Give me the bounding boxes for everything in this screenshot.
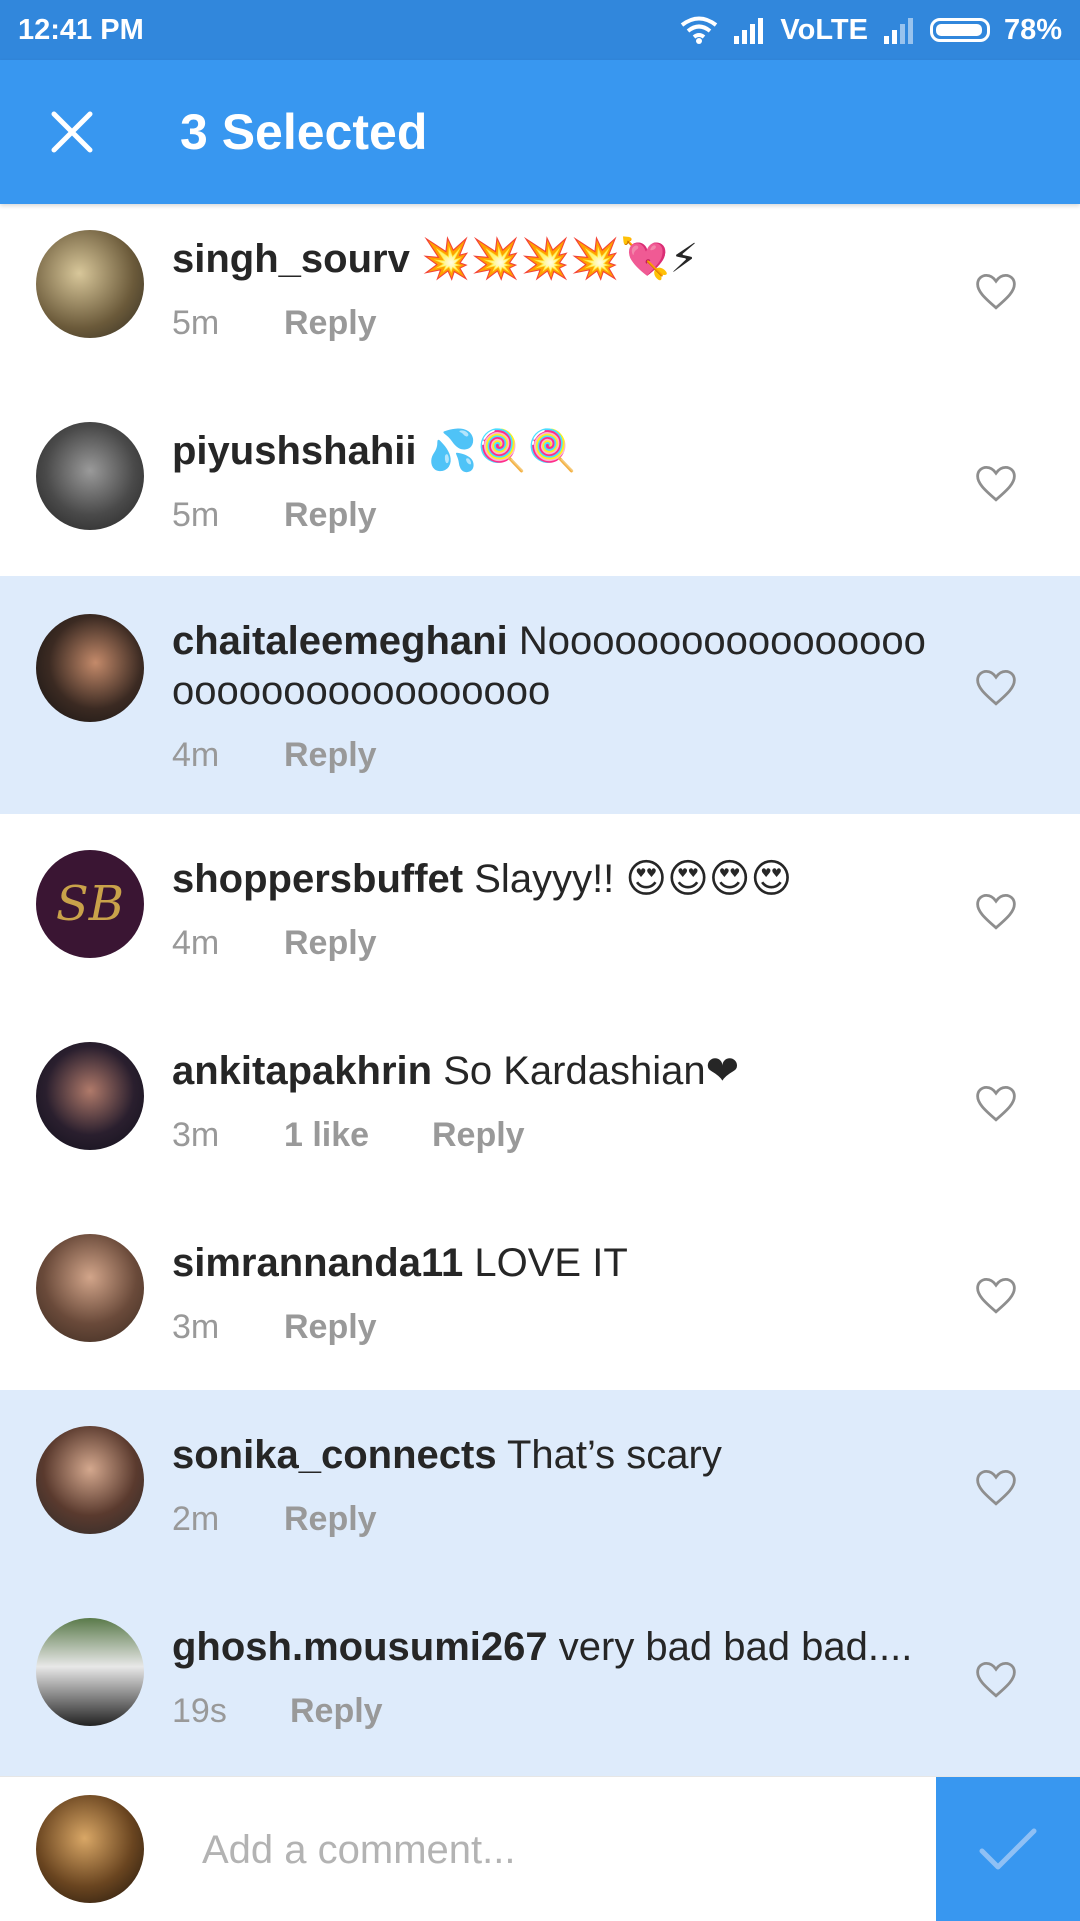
comment-text: shoppersbuffet Slayyy!! 😍😍😍😍 [172, 854, 932, 904]
close-icon [51, 111, 93, 153]
comment-text: ankitapakhrin So Kardashian❤ [172, 1046, 932, 1096]
reply-button[interactable]: Reply [284, 1500, 377, 1539]
username[interactable]: simrannanda11 [172, 1241, 463, 1285]
heart-icon[interactable] [975, 1660, 1017, 1700]
comment-row[interactable]: simrannanda11 LOVE IT 3m Reply [0, 1198, 1080, 1390]
reply-button[interactable]: Reply [290, 1692, 383, 1731]
comment-time: 3m [172, 1116, 220, 1154]
username[interactable]: sonika_connects [172, 1433, 497, 1477]
comment-meta: 5m Reply [172, 496, 377, 535]
heart-icon[interactable] [975, 1468, 1017, 1508]
reply-button[interactable]: Reply [284, 304, 377, 343]
post-button[interactable] [936, 1777, 1080, 1921]
reply-button[interactable]: Reply [284, 924, 377, 963]
comment-text: sonika_connects That’s scary [172, 1430, 932, 1480]
username[interactable]: ghosh.mousumi267 [172, 1625, 548, 1669]
comment-time: 4m [172, 924, 220, 962]
comment-time: 19s [172, 1692, 227, 1730]
signal-icon-2 [883, 18, 913, 44]
like-count[interactable]: 1 like [284, 1116, 432, 1155]
heart-icon[interactable] [975, 1276, 1017, 1316]
avatar[interactable] [36, 1234, 144, 1342]
username[interactable]: piyushshahii [172, 429, 417, 473]
comment-composer [0, 1776, 1080, 1921]
comment-row[interactable]: singh_sourv 💥💥💥💥💘⚡ 5m Reply [0, 204, 1080, 396]
comment-message: very bad bad bad.... [558, 1625, 913, 1669]
comment-row[interactable]: ankitapakhrin So Kardashian❤ 3m 1 like R… [0, 1006, 1080, 1198]
comment-meta: 4m Reply [172, 736, 377, 775]
comment-meta: 5m Reply [172, 304, 377, 343]
comment-meta: 2m Reply [172, 1500, 377, 1539]
comment-text: simrannanda11 LOVE IT [172, 1238, 932, 1288]
comment-row-selected[interactable]: sonika_connects That’s scary 2m Reply [0, 1390, 1080, 1582]
reply-button[interactable]: Reply [284, 736, 377, 775]
comment-input[interactable] [200, 1817, 904, 1883]
heart-icon[interactable] [975, 668, 1017, 708]
comment-meta: 3m 1 like Reply [172, 1116, 525, 1155]
checkmark-icon [979, 1828, 1037, 1870]
reply-button[interactable]: Reply [432, 1116, 525, 1155]
comment-time: 3m [172, 1308, 220, 1346]
reply-button[interactable]: Reply [284, 496, 377, 535]
signal-icon [734, 18, 764, 44]
status-icons: VoLTE 78% [680, 14, 1062, 47]
my-avatar [36, 1795, 144, 1903]
comment-time: 5m [172, 304, 220, 342]
heart-icon[interactable] [975, 272, 1017, 312]
comment-text: ghosh.mousumi267 very bad bad bad.... [172, 1622, 932, 1672]
comment-meta: 3m Reply [172, 1308, 377, 1347]
avatar[interactable] [36, 1042, 144, 1150]
network-label: VoLTE [780, 13, 868, 46]
comment-text: singh_sourv 💥💥💥💥💘⚡ [172, 234, 932, 284]
comment-meta: 19s Reply [172, 1692, 383, 1731]
comment-text: chaitaleemeghani Noooooooooooooooooooooo… [172, 616, 932, 716]
comment-message: 💦🍭🍭 [427, 429, 578, 473]
heart-icon[interactable] [975, 892, 1017, 932]
battery-icon [929, 18, 990, 42]
avatar[interactable]: SB [36, 850, 144, 958]
avatar[interactable] [36, 1426, 144, 1534]
comment-message: That’s scary [506, 1433, 722, 1477]
username[interactable]: chaitaleemeghani [172, 619, 508, 663]
comment-message: LOVE IT [474, 1241, 628, 1285]
username[interactable]: ankitapakhrin [172, 1049, 432, 1093]
comment-meta: 4m Reply [172, 924, 377, 963]
comment-row-selected[interactable]: ghosh.mousumi267 very bad bad bad.... 19… [0, 1582, 1080, 1776]
comment-row-selected[interactable]: chaitaleemeghani Noooooooooooooooooooooo… [0, 576, 1080, 814]
avatar[interactable] [36, 422, 144, 530]
comment-message: Slayyy!! 😍😍😍😍 [474, 857, 793, 901]
comment-row[interactable]: piyushshahii 💦🍭🍭 5m Reply [0, 396, 1080, 588]
reply-button[interactable]: Reply [284, 1308, 377, 1347]
selection-toolbar: 3 Selected [0, 60, 1080, 204]
avatar[interactable] [36, 1618, 144, 1726]
heart-icon[interactable] [975, 1084, 1017, 1124]
avatar[interactable] [36, 614, 144, 722]
wifi-icon [681, 16, 718, 44]
comment-row[interactable]: SB shoppersbuffet Slayyy!! 😍😍😍😍 4m Reply [0, 814, 1080, 1006]
battery-percent: 78% [1003, 13, 1062, 46]
comment-text: piyushshahii 💦🍭🍭 [172, 426, 932, 476]
page-title: 3 Selected [180, 104, 428, 160]
comment-time: 4m [172, 736, 220, 774]
username[interactable]: shoppersbuffet [172, 857, 463, 901]
heart-icon[interactable] [975, 464, 1017, 504]
close-button[interactable] [0, 60, 144, 204]
status-time: 12:41 PM [18, 13, 144, 46]
avatar[interactable] [36, 230, 144, 338]
comment-message: So Kardashian❤ [443, 1049, 740, 1093]
comment-time: 2m [172, 1500, 220, 1538]
username[interactable]: singh_sourv [172, 237, 410, 281]
comment-message: 💥💥💥💥💘⚡ [420, 237, 699, 281]
status-bar: 12:41 PM VoLTE 78% [0, 0, 1080, 60]
comment-time: 5m [172, 496, 220, 534]
comments-list[interactable]: singh_sourv 💥💥💥💥💘⚡ 5m Reply piyushshahii… [0, 204, 1080, 1776]
